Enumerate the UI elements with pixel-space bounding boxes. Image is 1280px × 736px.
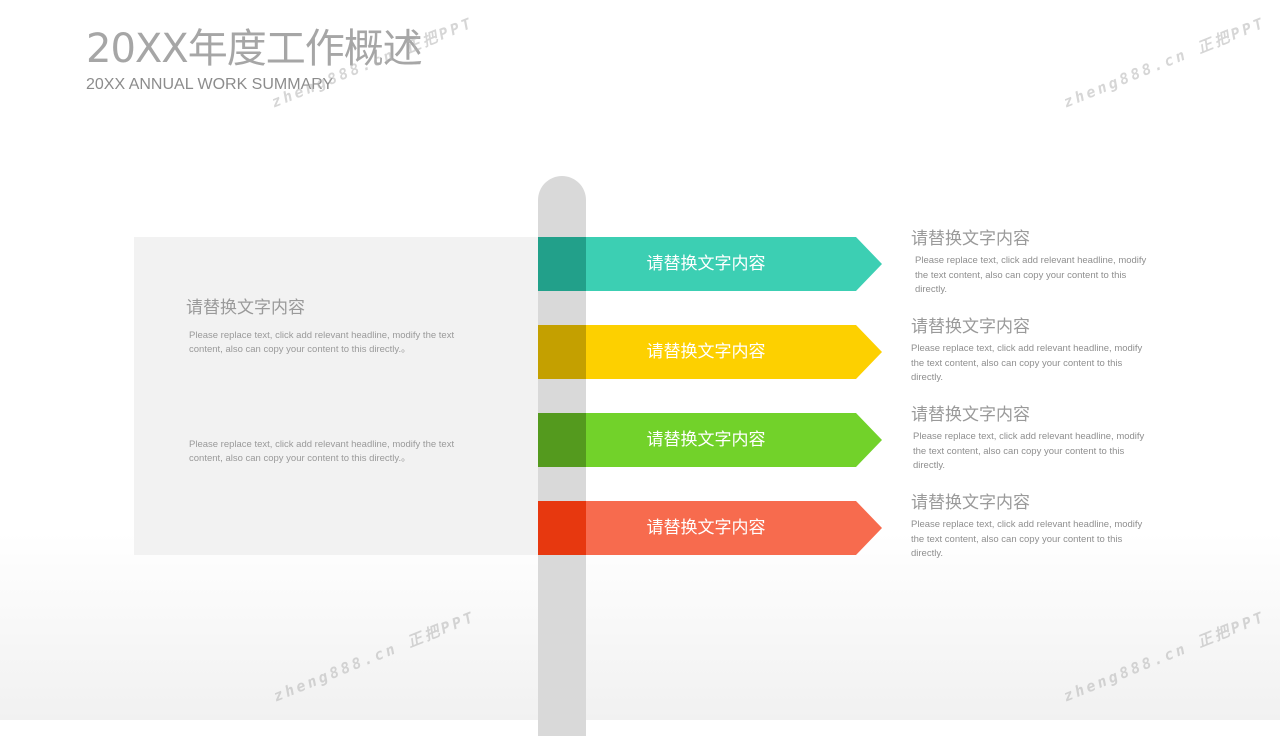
signpost-arrow-1: 请替换文字内容 [538,237,882,291]
arrow-label-4: 请替换文字内容 [646,518,766,538]
left-panel-text-1: Please replace text, click add relevant … [189,330,455,355]
watermark: zheng888.cn 正把PPT [1060,607,1269,706]
item-text-1: Please replace text, click add relevant … [915,255,1147,295]
item-heading-3: 请替换文字内容 [911,405,1030,425]
item-text-3: Please replace text, click add relevant … [913,431,1145,471]
signpost-arrow-3: 请替换文字内容 [538,413,882,467]
item-text-2: Please replace text, click add relevant … [911,343,1143,383]
arrow-band-2 [538,325,586,379]
left-text-panel: 请替换文字内容 Please replace text, click add r… [134,237,554,555]
arrow-band-3 [538,413,586,467]
arrow-label-2: 请替换文字内容 [646,342,766,362]
item-heading-2: 请替换文字内容 [911,317,1030,337]
item-block-4: 请替换文字内容 Please replace text, click add r… [911,492,1151,562]
item-block-2: 请替换文字内容 Please replace text, click add r… [911,316,1151,386]
item-heading-4: 请替换文字内容 [911,493,1030,513]
item-block-3: 请替换文字内容 Please replace text, click add r… [911,404,1151,474]
arrow-label-3: 请替换文字内容 [646,430,766,450]
arrow-label-1: 请替换文字内容 [646,254,766,274]
item-block-1: 请替换文字内容 Please replace text, click add r… [911,228,1151,298]
arrow-band-4 [538,501,586,555]
item-heading-1: 请替换文字内容 [911,229,1030,249]
left-panel-heading: 请替换文字内容 [186,298,305,318]
left-panel-text-2: Please replace text, click add relevant … [189,439,455,464]
watermark: zheng888.cn 正把PPT [1060,13,1269,112]
arrow-band-1 [538,237,586,291]
signpost-arrow-4: 请替换文字内容 [538,501,882,555]
signpost-arrow-2: 请替换文字内容 [538,325,882,379]
item-text-4: Please replace text, click add relevant … [911,519,1143,559]
watermark: zheng888.cn 正把PPT [270,607,479,706]
